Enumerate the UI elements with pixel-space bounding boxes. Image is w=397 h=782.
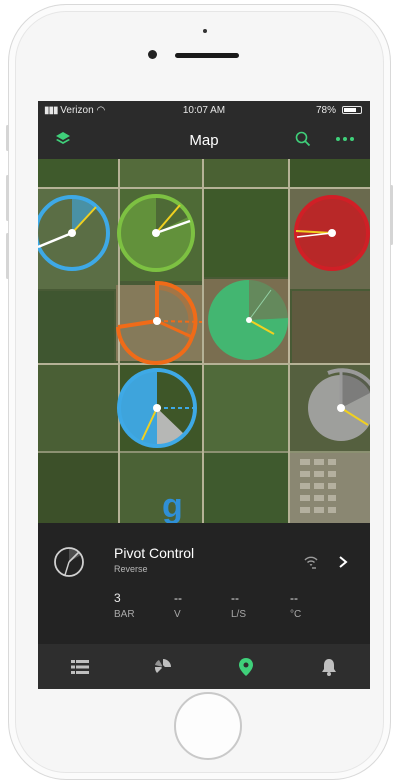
app-screen: ▮▮▮ Verizon ◠ 10:07 AM 78% Map g Pivot C… — [38, 101, 370, 689]
home-button[interactable] — [174, 692, 242, 760]
satellite-map[interactable]: g — [38, 159, 370, 523]
metric-pressure-value: 3 — [114, 591, 121, 605]
metric-voltage-unit: V — [174, 609, 181, 620]
list-icon — [70, 659, 89, 674]
pivot-lime[interactable] — [117, 194, 195, 272]
bell-icon — [321, 658, 336, 676]
pivot-detail-panel[interactable]: Pivot Control Reverse 3 BAR -- V -- L/S … — [38, 523, 370, 644]
tab-list[interactable] — [38, 644, 121, 689]
front-camera — [148, 50, 157, 59]
pivot-green[interactable] — [208, 279, 289, 360]
metric-flow-value: -- — [231, 591, 239, 605]
metric-voltage-value: -- — [174, 591, 182, 605]
battery-percent: 78% — [315, 105, 336, 116]
metric-temp-value: -- — [290, 591, 298, 605]
status-bar: ▮▮▮ Verizon ◠ 10:07 AM 78% — [38, 101, 370, 120]
battery-fill — [344, 108, 356, 112]
mute-switch — [6, 125, 9, 151]
earpiece — [175, 53, 239, 58]
proximity-sensor — [203, 29, 207, 33]
map-pin-icon — [238, 657, 253, 676]
tab-pivot[interactable] — [121, 644, 204, 689]
more-icon[interactable] — [335, 136, 355, 142]
tab-map[interactable] — [204, 644, 287, 689]
map-brand-mark: g — [162, 487, 183, 523]
pivot-status-icon — [54, 547, 84, 577]
metric-flow-unit: L/S — [231, 609, 247, 620]
pivot-title: Pivot Control — [114, 545, 195, 561]
metric-pressure-unit: BAR — [114, 609, 135, 620]
signal-icon — [304, 556, 318, 569]
pivot-direction: Reverse — [114, 564, 148, 574]
volume-up-button — [6, 175, 9, 221]
pivot-icon — [154, 658, 171, 673]
tab-alerts[interactable] — [287, 644, 370, 689]
tab-bar — [38, 644, 370, 689]
map-view[interactable]: g — [38, 159, 370, 523]
nav-bar: Map — [38, 120, 370, 159]
metric-temp-unit: °C — [290, 609, 302, 620]
search-icon[interactable] — [295, 131, 311, 147]
battery-icon — [342, 106, 362, 114]
page-title: Map — [189, 132, 219, 149]
volume-down-button — [6, 233, 9, 279]
power-button — [390, 185, 393, 245]
pivot-red[interactable] — [294, 195, 370, 271]
chevron-right-icon[interactable] — [338, 555, 348, 569]
